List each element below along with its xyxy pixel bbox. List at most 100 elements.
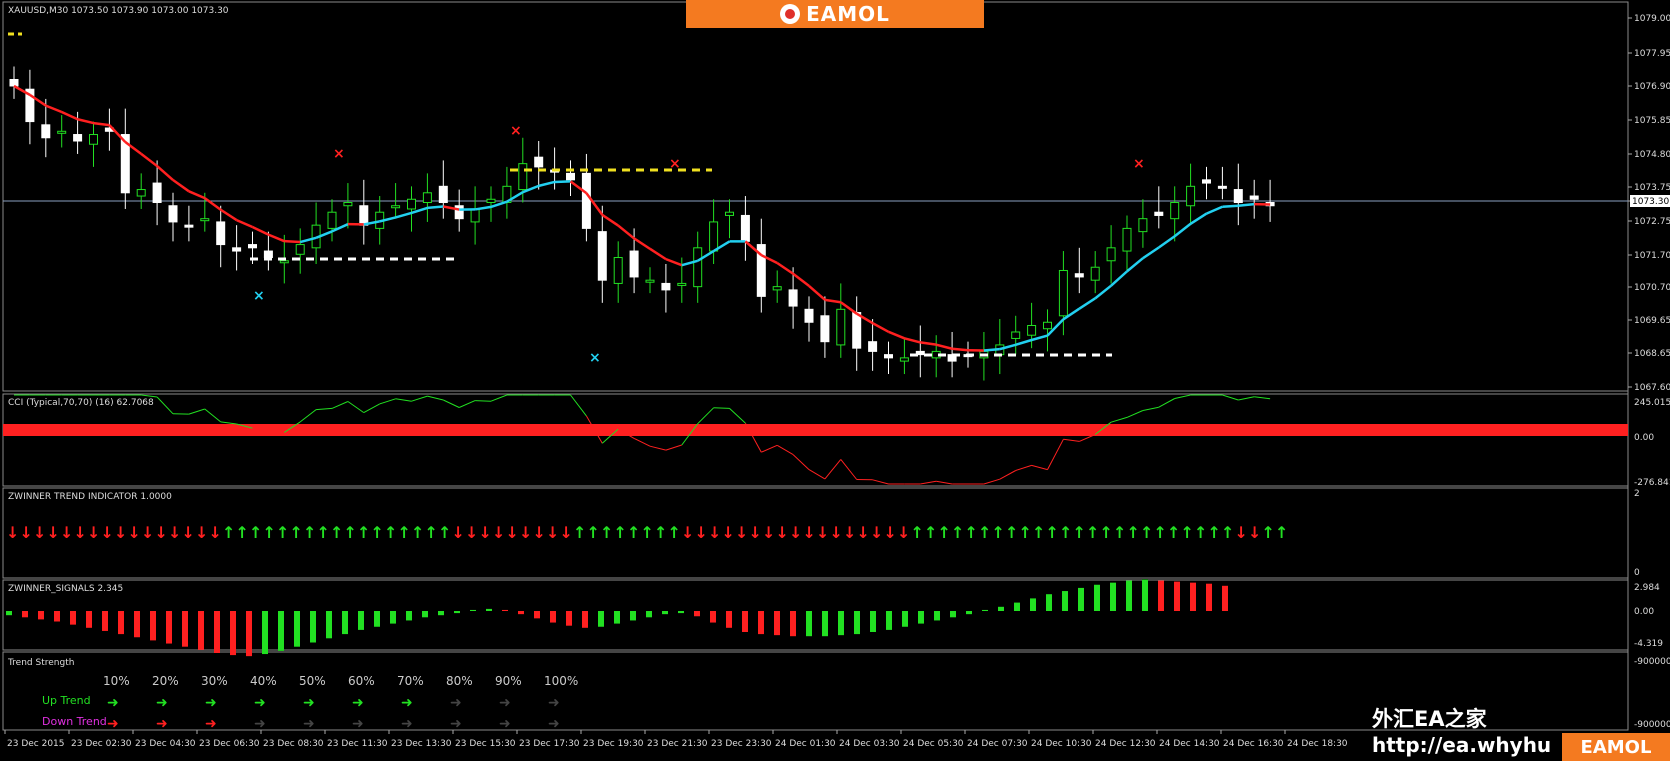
cci-segment	[363, 403, 380, 414]
ma-segment	[474, 205, 492, 211]
trend-up-arrow-icon: ↑	[641, 523, 654, 542]
price-tick-label: 1071.70	[1634, 251, 1670, 261]
cci-segment	[316, 407, 333, 411]
trend-down-arrow-icon: ↓	[735, 523, 748, 542]
cci-segment	[220, 421, 237, 425]
trend-down-arrow-icon: ↓	[33, 523, 46, 542]
strength-up-arrow-icon: ➜	[303, 695, 315, 711]
strength-up-arrow-icon: ➜	[156, 695, 168, 711]
mt4-chart-window[interactable]: 1079.00 1077.95 1076.90 1075.85 1074.80 1073.…	[0, 0, 1670, 761]
signal-bar	[454, 611, 460, 614]
cci-segment	[490, 394, 508, 402]
strength-axis-label: -9000000	[1634, 657, 1670, 667]
candle-body	[359, 205, 369, 226]
strength-up-arrow-icon: ➜	[205, 695, 217, 711]
time-axis-label: 24 Dec 12:30	[1095, 739, 1156, 749]
ma-segment	[1142, 246, 1160, 260]
signal-bar	[54, 611, 60, 622]
down-trend-label: Down Trend	[42, 715, 107, 728]
trend-up-arrow-icon: ↑	[668, 523, 681, 542]
signal-bar	[6, 611, 12, 616]
ma-segment	[554, 180, 571, 184]
signal-bar	[502, 609, 508, 611]
ma-segment	[633, 237, 651, 250]
price-tick-label: 1073.75	[1634, 183, 1670, 193]
trend-down-arrow-icon: ↓	[560, 523, 573, 542]
candle-body	[168, 205, 178, 223]
strength-down-arrow-icon: ➜	[107, 716, 119, 732]
cci-segment	[1110, 416, 1128, 423]
trend-down-arrow-icon: ↓	[749, 523, 762, 542]
candle-body	[518, 163, 528, 191]
strength-down-arrow-icon: ➜	[499, 716, 511, 732]
candle-body	[1122, 227, 1132, 252]
ma-segment	[1110, 270, 1128, 287]
trend-up-arrow-icon: ↑	[276, 523, 289, 542]
signal-bar	[582, 611, 588, 628]
signal-cross-icon: ×	[1133, 156, 1145, 172]
signal-bar	[38, 611, 44, 620]
candle-body	[581, 172, 591, 229]
trend-up-arrow-icon: ↑	[1032, 523, 1045, 542]
trend-down-arrow-icon: ↓	[546, 523, 559, 542]
candle-body	[868, 341, 878, 352]
cci-segment	[1222, 394, 1239, 401]
time-axis-label: 23 Dec 13:30	[391, 739, 452, 749]
trend-up-arrow-icon: ↑	[1046, 523, 1059, 542]
signal-bar	[1078, 587, 1084, 611]
cci-segment	[761, 444, 778, 453]
strength-percent-label: 90%	[495, 674, 522, 688]
signal-bar	[470, 609, 476, 611]
price-tick-label: 1077.95	[1634, 49, 1670, 59]
trend-up-arrow-icon: ↑	[425, 523, 438, 542]
candle-body	[852, 312, 862, 349]
cci-segment	[697, 407, 714, 425]
trend-down-arrow-icon: ↓	[897, 523, 910, 542]
strength-axis-label: -9000000	[1634, 720, 1670, 730]
signal-bar	[886, 611, 892, 630]
candle-body	[1186, 185, 1196, 207]
pane-border-1	[2, 393, 1629, 487]
trend-down-arrow-icon: ↓	[1235, 523, 1248, 542]
ma-segment	[538, 180, 555, 188]
candle-body	[1074, 273, 1084, 278]
cci-segment	[379, 398, 396, 405]
signal-bar	[246, 611, 252, 657]
ma-segment	[649, 247, 667, 261]
signal-bar	[230, 611, 236, 656]
signal-bar	[262, 611, 268, 655]
signal-bar	[646, 611, 652, 618]
trend-up-arrow-icon: ↑	[992, 523, 1005, 542]
ma-segment	[904, 337, 921, 344]
cci-segment	[299, 409, 317, 423]
strength-down-arrow-icon: ➜	[205, 716, 217, 732]
signal-bar	[86, 611, 92, 628]
candle-body	[725, 211, 734, 216]
ma-segment	[951, 347, 969, 352]
candle-body	[740, 214, 750, 242]
signal-bar	[550, 611, 556, 623]
symbol-info-label: XAUUSD,M30 1073.50 1073.90 1073.00 1073.…	[8, 6, 229, 16]
trend-down-arrow-icon: ↓	[20, 523, 33, 542]
candle-body	[216, 221, 226, 246]
trend-down-arrow-icon: ↓	[816, 523, 829, 542]
trend-up-arrow-icon: ↑	[1127, 523, 1140, 542]
signal-bar	[758, 611, 764, 635]
ma-segment	[93, 121, 110, 127]
candle-body	[184, 224, 194, 228]
banner-brand: EAMOL	[806, 2, 890, 26]
pane-border-0	[2, 1, 1629, 392]
trend-down-arrow-icon: ↓	[870, 523, 883, 542]
cci-segment	[665, 444, 682, 451]
trend-down-arrow-icon: ↓	[776, 523, 789, 542]
trend-down-arrow-icon: ↓	[519, 523, 532, 542]
strength-percent-label: 60%	[348, 674, 375, 688]
strength-down-arrow-icon: ➜	[156, 716, 168, 732]
strength-up-arrow-icon: ➜	[352, 695, 364, 711]
signal-bar	[870, 611, 876, 632]
candle-body	[629, 250, 639, 278]
trend-up-arrow-icon: ↑	[1181, 523, 1194, 542]
candle-body	[41, 124, 51, 139]
candle-body	[693, 247, 703, 288]
candle-body	[788, 289, 798, 307]
